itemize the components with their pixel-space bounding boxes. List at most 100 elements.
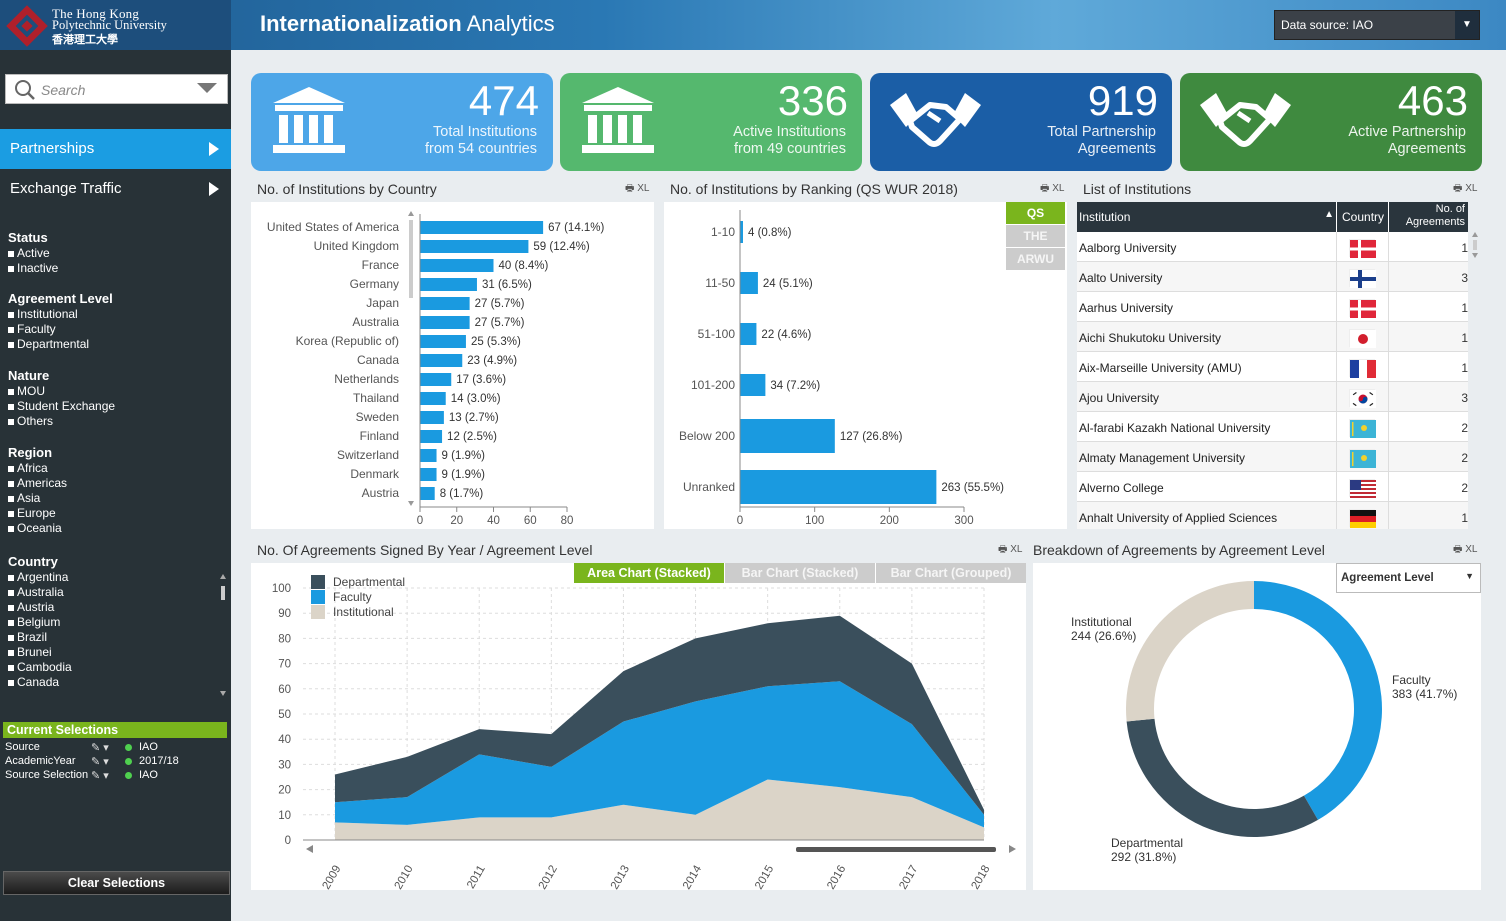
table-row[interactable]: Aalto University 3 bbox=[1077, 262, 1468, 292]
x-tick-label: 2014 bbox=[681, 863, 704, 890]
filter-item[interactable]: Africa bbox=[0, 461, 231, 476]
current-selection-row[interactable]: Source ✎ ▾ IAO bbox=[5, 740, 225, 754]
filter-item[interactable]: Asia bbox=[0, 491, 231, 506]
agreement-level-select[interactable]: Agreement Level ▼ bbox=[1336, 563, 1481, 593]
agreement-count: 1 bbox=[1461, 361, 1468, 375]
export-excel-button[interactable]: 🖶 XL bbox=[625, 181, 649, 198]
nav-exchange-traffic[interactable]: Exchange Traffic bbox=[0, 169, 231, 209]
table-row[interactable]: Aarhus University 1 bbox=[1077, 292, 1468, 322]
checkbox-icon[interactable] bbox=[8, 619, 14, 626]
kpi-total-agreements: 919 Total Partnership Agreements bbox=[870, 73, 1172, 171]
filter-item[interactable]: Cambodia bbox=[0, 660, 231, 675]
checkbox-icon[interactable] bbox=[8, 495, 14, 502]
filter-item[interactable]: MOU bbox=[0, 384, 231, 399]
filter-item[interactable]: Active bbox=[0, 246, 231, 261]
current-selection-row[interactable]: Source Selection ✎ ▾ IAO bbox=[5, 768, 225, 782]
export-excel-button[interactable]: 🖶 XL bbox=[1453, 542, 1477, 559]
filter-item[interactable]: Argentina bbox=[0, 570, 231, 585]
chevron-down-icon: ▼ bbox=[1465, 571, 1474, 581]
checkbox-icon[interactable] bbox=[8, 388, 14, 395]
nav-partnerships[interactable]: Partnerships bbox=[0, 129, 231, 169]
checkbox-icon[interactable] bbox=[8, 589, 14, 596]
table-row[interactable]: Almaty Management University 2 bbox=[1077, 442, 1468, 472]
filter-item[interactable]: Oceania bbox=[0, 521, 231, 536]
filter-item[interactable]: Austria bbox=[0, 600, 231, 615]
bar bbox=[740, 323, 757, 345]
chevron-down-icon[interactable] bbox=[197, 83, 217, 95]
column-header-agreements[interactable]: No. of Agreements bbox=[1389, 202, 1468, 232]
table-row[interactable]: Al-farabi Kazakh National University 2 bbox=[1077, 412, 1468, 442]
country-bar-chart: United States of America 67 (14.1%) United… bbox=[267, 211, 605, 527]
checkbox-icon[interactable] bbox=[8, 250, 14, 257]
table-scrollbar[interactable] bbox=[1470, 232, 1480, 260]
data-label: 23 (4.9%) bbox=[467, 355, 517, 367]
handshake-icon bbox=[1200, 93, 1291, 147]
checkbox-icon[interactable] bbox=[8, 634, 14, 641]
checkbox-icon[interactable] bbox=[8, 265, 14, 272]
filter-item[interactable]: Americas bbox=[0, 476, 231, 491]
column-header-institution[interactable]: Institution ▲ bbox=[1077, 202, 1336, 232]
edit-selection-icon[interactable]: ✎ ▾ bbox=[91, 741, 109, 755]
export-excel-button[interactable]: 🖶 XL bbox=[998, 542, 1022, 559]
filter-item[interactable]: Inactive bbox=[0, 261, 231, 276]
checkbox-icon[interactable] bbox=[8, 403, 14, 410]
checkbox-icon[interactable] bbox=[8, 311, 14, 318]
selection-value: IAO bbox=[139, 769, 158, 781]
filter-item[interactable]: Others bbox=[0, 414, 231, 429]
checkbox-icon[interactable] bbox=[8, 604, 14, 611]
search-input[interactable]: Search bbox=[5, 74, 228, 104]
table-row[interactable]: Aalborg University 1 bbox=[1077, 232, 1468, 262]
tab-qs[interactable]: QS bbox=[1006, 202, 1065, 224]
checkbox-icon[interactable] bbox=[8, 465, 14, 472]
export-excel-button[interactable]: 🖶 XL bbox=[1040, 181, 1064, 198]
tab-arwu[interactable]: ARWU bbox=[1006, 248, 1065, 270]
filter-item[interactable]: Brunei bbox=[0, 645, 231, 660]
checkbox-icon[interactable] bbox=[8, 326, 14, 333]
country-list-scrollbar[interactable] bbox=[218, 574, 228, 698]
kpi-active-institutions: 336 Active Institutions from 49 countries bbox=[560, 73, 862, 171]
table-row[interactable]: Aix-Marseille University (AMU) 1 bbox=[1077, 352, 1468, 382]
institution-icon bbox=[273, 87, 345, 153]
filter-item[interactable]: Canada bbox=[0, 675, 231, 690]
table-row[interactable]: Alverno College 2 bbox=[1077, 472, 1468, 502]
filter-item[interactable]: Belgium bbox=[0, 615, 231, 630]
filter-item[interactable]: Europe bbox=[0, 506, 231, 521]
clear-selections-button[interactable]: Clear Selections bbox=[3, 871, 230, 895]
tab-the[interactable]: THE bbox=[1006, 225, 1065, 247]
table-row[interactable]: Anhalt University of Applied Sciences 1 bbox=[1077, 502, 1468, 529]
checkbox-icon[interactable] bbox=[8, 649, 14, 656]
tab-area-chart-stacked[interactable]: Area Chart (Stacked) bbox=[574, 563, 724, 583]
checkbox-icon[interactable] bbox=[8, 679, 14, 686]
tab-bar-chart-stacked[interactable]: Bar Chart (Stacked) bbox=[725, 563, 875, 583]
filter-item[interactable]: Student Exchange bbox=[0, 399, 231, 414]
checkbox-icon[interactable] bbox=[8, 664, 14, 671]
country-label: Australia bbox=[352, 315, 399, 329]
filter-item[interactable]: Institutional bbox=[0, 307, 231, 322]
tab-bar-chart-grouped[interactable]: Bar Chart (Grouped) bbox=[876, 563, 1026, 583]
filter-item[interactable]: Departmental bbox=[0, 337, 231, 352]
table-row[interactable]: Ajou University 3 bbox=[1077, 382, 1468, 412]
edit-selection-icon[interactable]: ✎ ▾ bbox=[91, 769, 109, 783]
table-row[interactable]: Aichi Shukutoku University 1 bbox=[1077, 322, 1468, 352]
slice-label: Institutional bbox=[1071, 615, 1132, 629]
checkbox-icon[interactable] bbox=[8, 510, 14, 517]
export-excel-button[interactable]: 🖶 XL bbox=[1453, 181, 1477, 198]
institution-name: Aix-Marseille University (AMU) bbox=[1079, 361, 1242, 375]
checkbox-icon[interactable] bbox=[8, 574, 14, 581]
checkbox-icon[interactable] bbox=[8, 525, 14, 532]
current-selection-row[interactable]: AcademicYear ✎ ▾ 2017/18 bbox=[5, 754, 225, 768]
checkbox-icon[interactable] bbox=[8, 341, 14, 348]
checkbox-icon[interactable] bbox=[8, 418, 14, 425]
filter-item[interactable]: Australia bbox=[0, 585, 231, 600]
filter-item[interactable]: Faculty bbox=[0, 322, 231, 337]
filter-item[interactable]: Brazil bbox=[0, 630, 231, 645]
data-label: 27 (5.7%) bbox=[475, 298, 525, 310]
country-label: Netherlands bbox=[334, 372, 399, 386]
x-tick-label: 2010 bbox=[393, 864, 416, 891]
column-header-country[interactable]: Country bbox=[1337, 202, 1388, 232]
data-source-select[interactable]: Data source: IAO ▼ bbox=[1274, 10, 1480, 40]
edit-selection-icon[interactable]: ✎ ▾ bbox=[91, 755, 109, 769]
checkbox-icon[interactable] bbox=[8, 480, 14, 487]
chevron-down-icon[interactable]: ▼ bbox=[1455, 11, 1479, 39]
bar bbox=[740, 419, 835, 453]
